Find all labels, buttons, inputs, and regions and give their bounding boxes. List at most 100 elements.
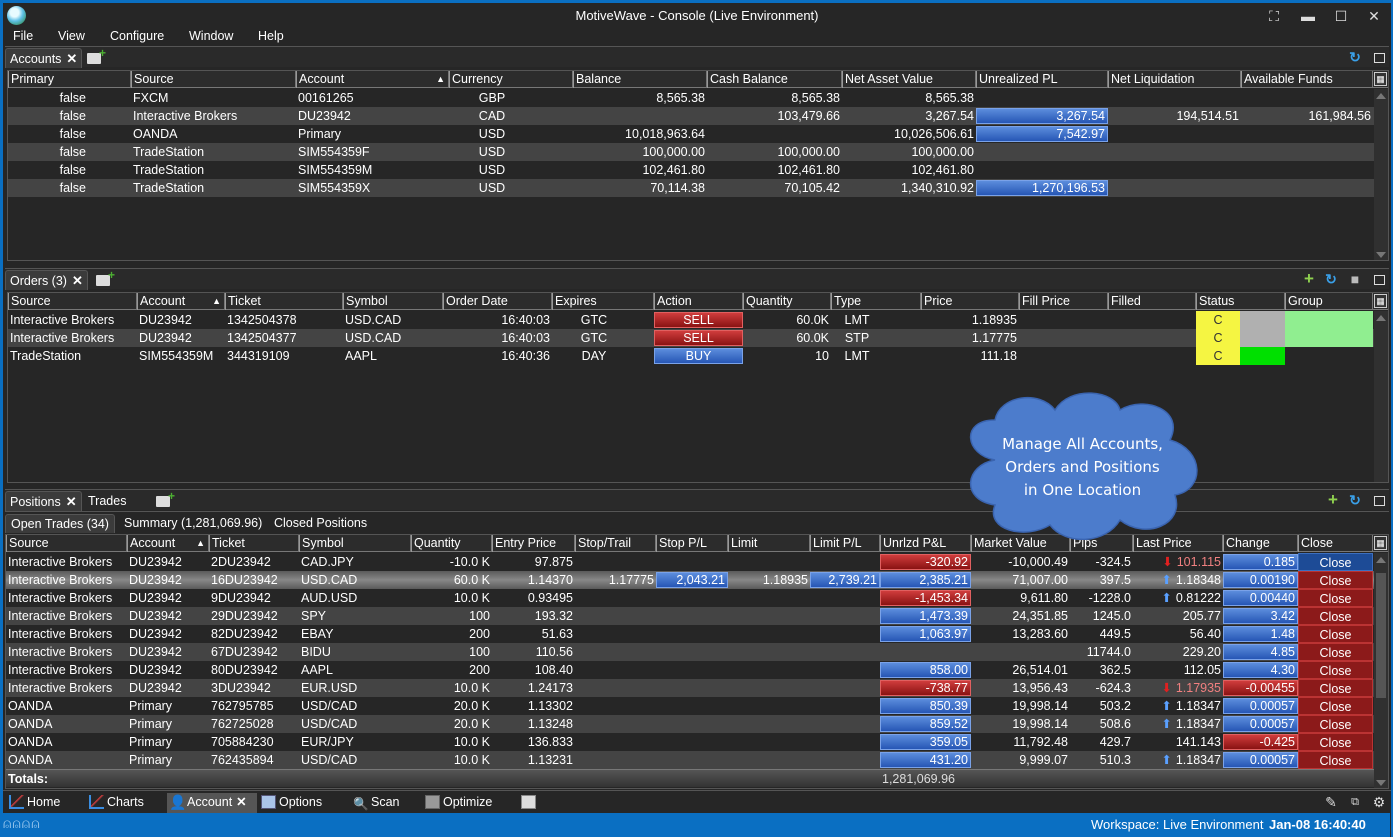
col-unrealized[interactable]: Unrealized PL [976, 71, 1108, 88]
col-entry-price[interactable]: Entry Price [492, 535, 575, 552]
col-expires[interactable]: Expires [552, 293, 654, 310]
close-position-button[interactable]: Close [1298, 571, 1373, 589]
col-quantity[interactable]: Quantity [411, 535, 492, 552]
col-stop-trail[interactable]: Stop/Trail [575, 535, 656, 552]
column-config-icon[interactable]: ▦ [1374, 294, 1387, 308]
order-row[interactable]: Interactive Brokers DU23942 1342504377 USD.… [8, 329, 1388, 347]
settings-gear-icon[interactable]: ⚙ [1371, 794, 1387, 810]
col-status[interactable]: Status [1196, 293, 1285, 310]
account-row[interactable]: false Interactive Brokers DU23942 CAD 103,47… [8, 107, 1388, 125]
col-fill-price[interactable]: Fill Price [1019, 293, 1108, 310]
menu-file[interactable]: File [13, 29, 33, 43]
col-net-liq[interactable]: Net Liquidation [1108, 71, 1241, 88]
close-position-button[interactable]: Close [1298, 751, 1373, 769]
new-tab-icon[interactable] [156, 489, 175, 507]
account-row[interactable]: false TradeStation SIM554359F USD 100,000.00… [8, 143, 1388, 161]
accounts-scrollbar[interactable] [1374, 89, 1388, 260]
fullscreen-icon[interactable]: ⛶ [1261, 6, 1287, 26]
position-row[interactable]: Interactive Brokers DU23942 82DU23942 EBAY 2… [6, 625, 1388, 643]
scroll-down-icon[interactable] [1376, 252, 1386, 258]
position-row[interactable]: Interactive Brokers DU23942 67DU23942 BIDU 1… [6, 643, 1388, 661]
new-tab-icon[interactable] [96, 268, 115, 286]
close-tab-icon[interactable]: ✕ [66, 494, 77, 509]
maximize-button[interactable]: ☐ [1328, 6, 1354, 26]
position-row[interactable]: Interactive Brokers DU23942 3DU23942 EUR.US… [6, 679, 1388, 697]
col-avail[interactable]: Available Funds [1241, 71, 1373, 88]
positions-scrollbar[interactable] [1374, 553, 1388, 788]
account-row[interactable]: false FXCM 00161265 GBP 8,565.38 8,565.38 8,56… [8, 89, 1388, 107]
scroll-up-icon[interactable] [1376, 557, 1386, 563]
account-row[interactable]: false TradeStation SIM554359M USD 102,461.80… [8, 161, 1388, 179]
col-nav[interactable]: Net Asset Value [842, 71, 976, 88]
maximize-panel-icon[interactable] [1374, 53, 1385, 63]
col-source[interactable]: Source [8, 293, 137, 310]
sell-button[interactable]: SELL [654, 312, 743, 328]
account-row[interactable]: false OANDA Primary USD 10,018,963.64 10,026,… [8, 125, 1388, 143]
col-order-date[interactable]: Order Date [443, 293, 552, 310]
add-position-icon[interactable]: + [1325, 491, 1341, 508]
col-balance[interactable]: Balance [573, 71, 707, 88]
order-row[interactable]: Interactive Brokers DU23942 1342504378 USD.… [8, 311, 1388, 329]
close-position-button[interactable]: Close [1298, 625, 1373, 643]
position-row[interactable]: Interactive Brokers DU23942 16DU23942 USD.C… [6, 571, 1388, 589]
tab-accounts[interactable]: Accounts ✕ [5, 48, 83, 68]
col-type[interactable]: Type [831, 293, 921, 310]
new-tab-icon[interactable] [87, 46, 106, 64]
subtab-open-trades[interactable]: Open Trades (34) [5, 514, 115, 533]
col-source[interactable]: Source [6, 535, 127, 552]
menu-configure[interactable]: Configure [110, 29, 164, 43]
order-row[interactable]: TradeStation SIM554359M 344319109 AAPL 16:40… [8, 347, 1388, 365]
col-ticket[interactable]: Ticket [209, 535, 299, 552]
add-order-icon[interactable]: + [1301, 270, 1317, 287]
close-position-button[interactable]: Close [1298, 733, 1373, 751]
close-window-button[interactable]: ✕ [1361, 6, 1387, 26]
subtab-closed-positions[interactable]: Closed Positions [269, 514, 372, 533]
minimize-button[interactable]: ▬ [1295, 6, 1321, 26]
scroll-up-icon[interactable] [1376, 315, 1386, 321]
maximize-panel-icon[interactable] [1374, 496, 1385, 506]
close-tab-icon[interactable]: ✕ [236, 795, 246, 809]
refresh-icon[interactable]: ↻ [1347, 492, 1363, 508]
column-config-icon[interactable]: ▦ [1374, 536, 1387, 550]
close-position-button[interactable]: Close [1298, 715, 1373, 733]
tab-home[interactable]: Home [7, 793, 79, 813]
tab-trades[interactable]: Trades [83, 491, 131, 511]
position-row[interactable]: OANDA Primary 762725028 USD/CAD 20.0 K 1.1324… [6, 715, 1388, 733]
close-position-button[interactable]: Close [1298, 679, 1373, 697]
position-row[interactable]: OANDA Primary 762795785 USD/CAD 20.0 K 1.1330… [6, 697, 1388, 715]
position-row[interactable]: Interactive Brokers DU23942 2DU23942 CAD.JP… [6, 553, 1388, 571]
col-limit[interactable]: Limit [728, 535, 810, 552]
close-tab-icon[interactable]: ✕ [72, 273, 83, 288]
copy-icon[interactable]: ⧉ [1347, 794, 1363, 810]
position-row[interactable]: OANDA Primary 762435894 USD/CAD 10.0 K 1.1323… [6, 751, 1388, 769]
refresh-icon[interactable]: ↻ [1323, 271, 1339, 287]
sell-button[interactable]: SELL [654, 330, 743, 346]
close-position-button[interactable]: Close [1298, 697, 1373, 715]
subtab-summary[interactable]: Summary (1,281,069.96) [119, 514, 267, 533]
close-position-button[interactable]: Close [1298, 589, 1373, 607]
add-workspace-tab-button[interactable] [519, 793, 539, 813]
column-config-icon[interactable]: ▦ [1374, 72, 1387, 86]
col-stop-pl[interactable]: Stop P/L [656, 535, 728, 552]
maximize-panel-icon[interactable] [1374, 275, 1385, 285]
close-position-button[interactable]: Close [1298, 553, 1373, 571]
col-change[interactable]: Change [1223, 535, 1298, 552]
col-currency[interactable]: Currency [449, 71, 573, 88]
scroll-up-icon[interactable] [1376, 93, 1386, 99]
col-ticket[interactable]: Ticket [225, 293, 343, 310]
refresh-icon[interactable]: ↻ [1347, 49, 1363, 65]
tab-orders[interactable]: Orders (3) ✕ [5, 270, 88, 290]
menu-window[interactable]: Window [189, 29, 233, 43]
col-price[interactable]: Price [921, 293, 1019, 310]
tab-charts[interactable]: Charts [87, 793, 161, 813]
close-position-button[interactable]: Close [1298, 661, 1373, 679]
close-tab-icon[interactable]: ✕ [66, 51, 77, 66]
orders-scrollbar[interactable] [1374, 311, 1388, 482]
tab-scan[interactable]: 🔍 Scan [351, 793, 411, 813]
col-source[interactable]: Source [131, 71, 296, 88]
position-row[interactable]: Interactive Brokers DU23942 29DU23942 SPY 10… [6, 607, 1388, 625]
cancel-all-icon[interactable]: ■ [1347, 271, 1363, 287]
col-account[interactable]: Account ▲ [137, 293, 225, 310]
col-account[interactable]: Account ▲ [127, 535, 209, 552]
col-group[interactable]: Group [1285, 293, 1373, 310]
